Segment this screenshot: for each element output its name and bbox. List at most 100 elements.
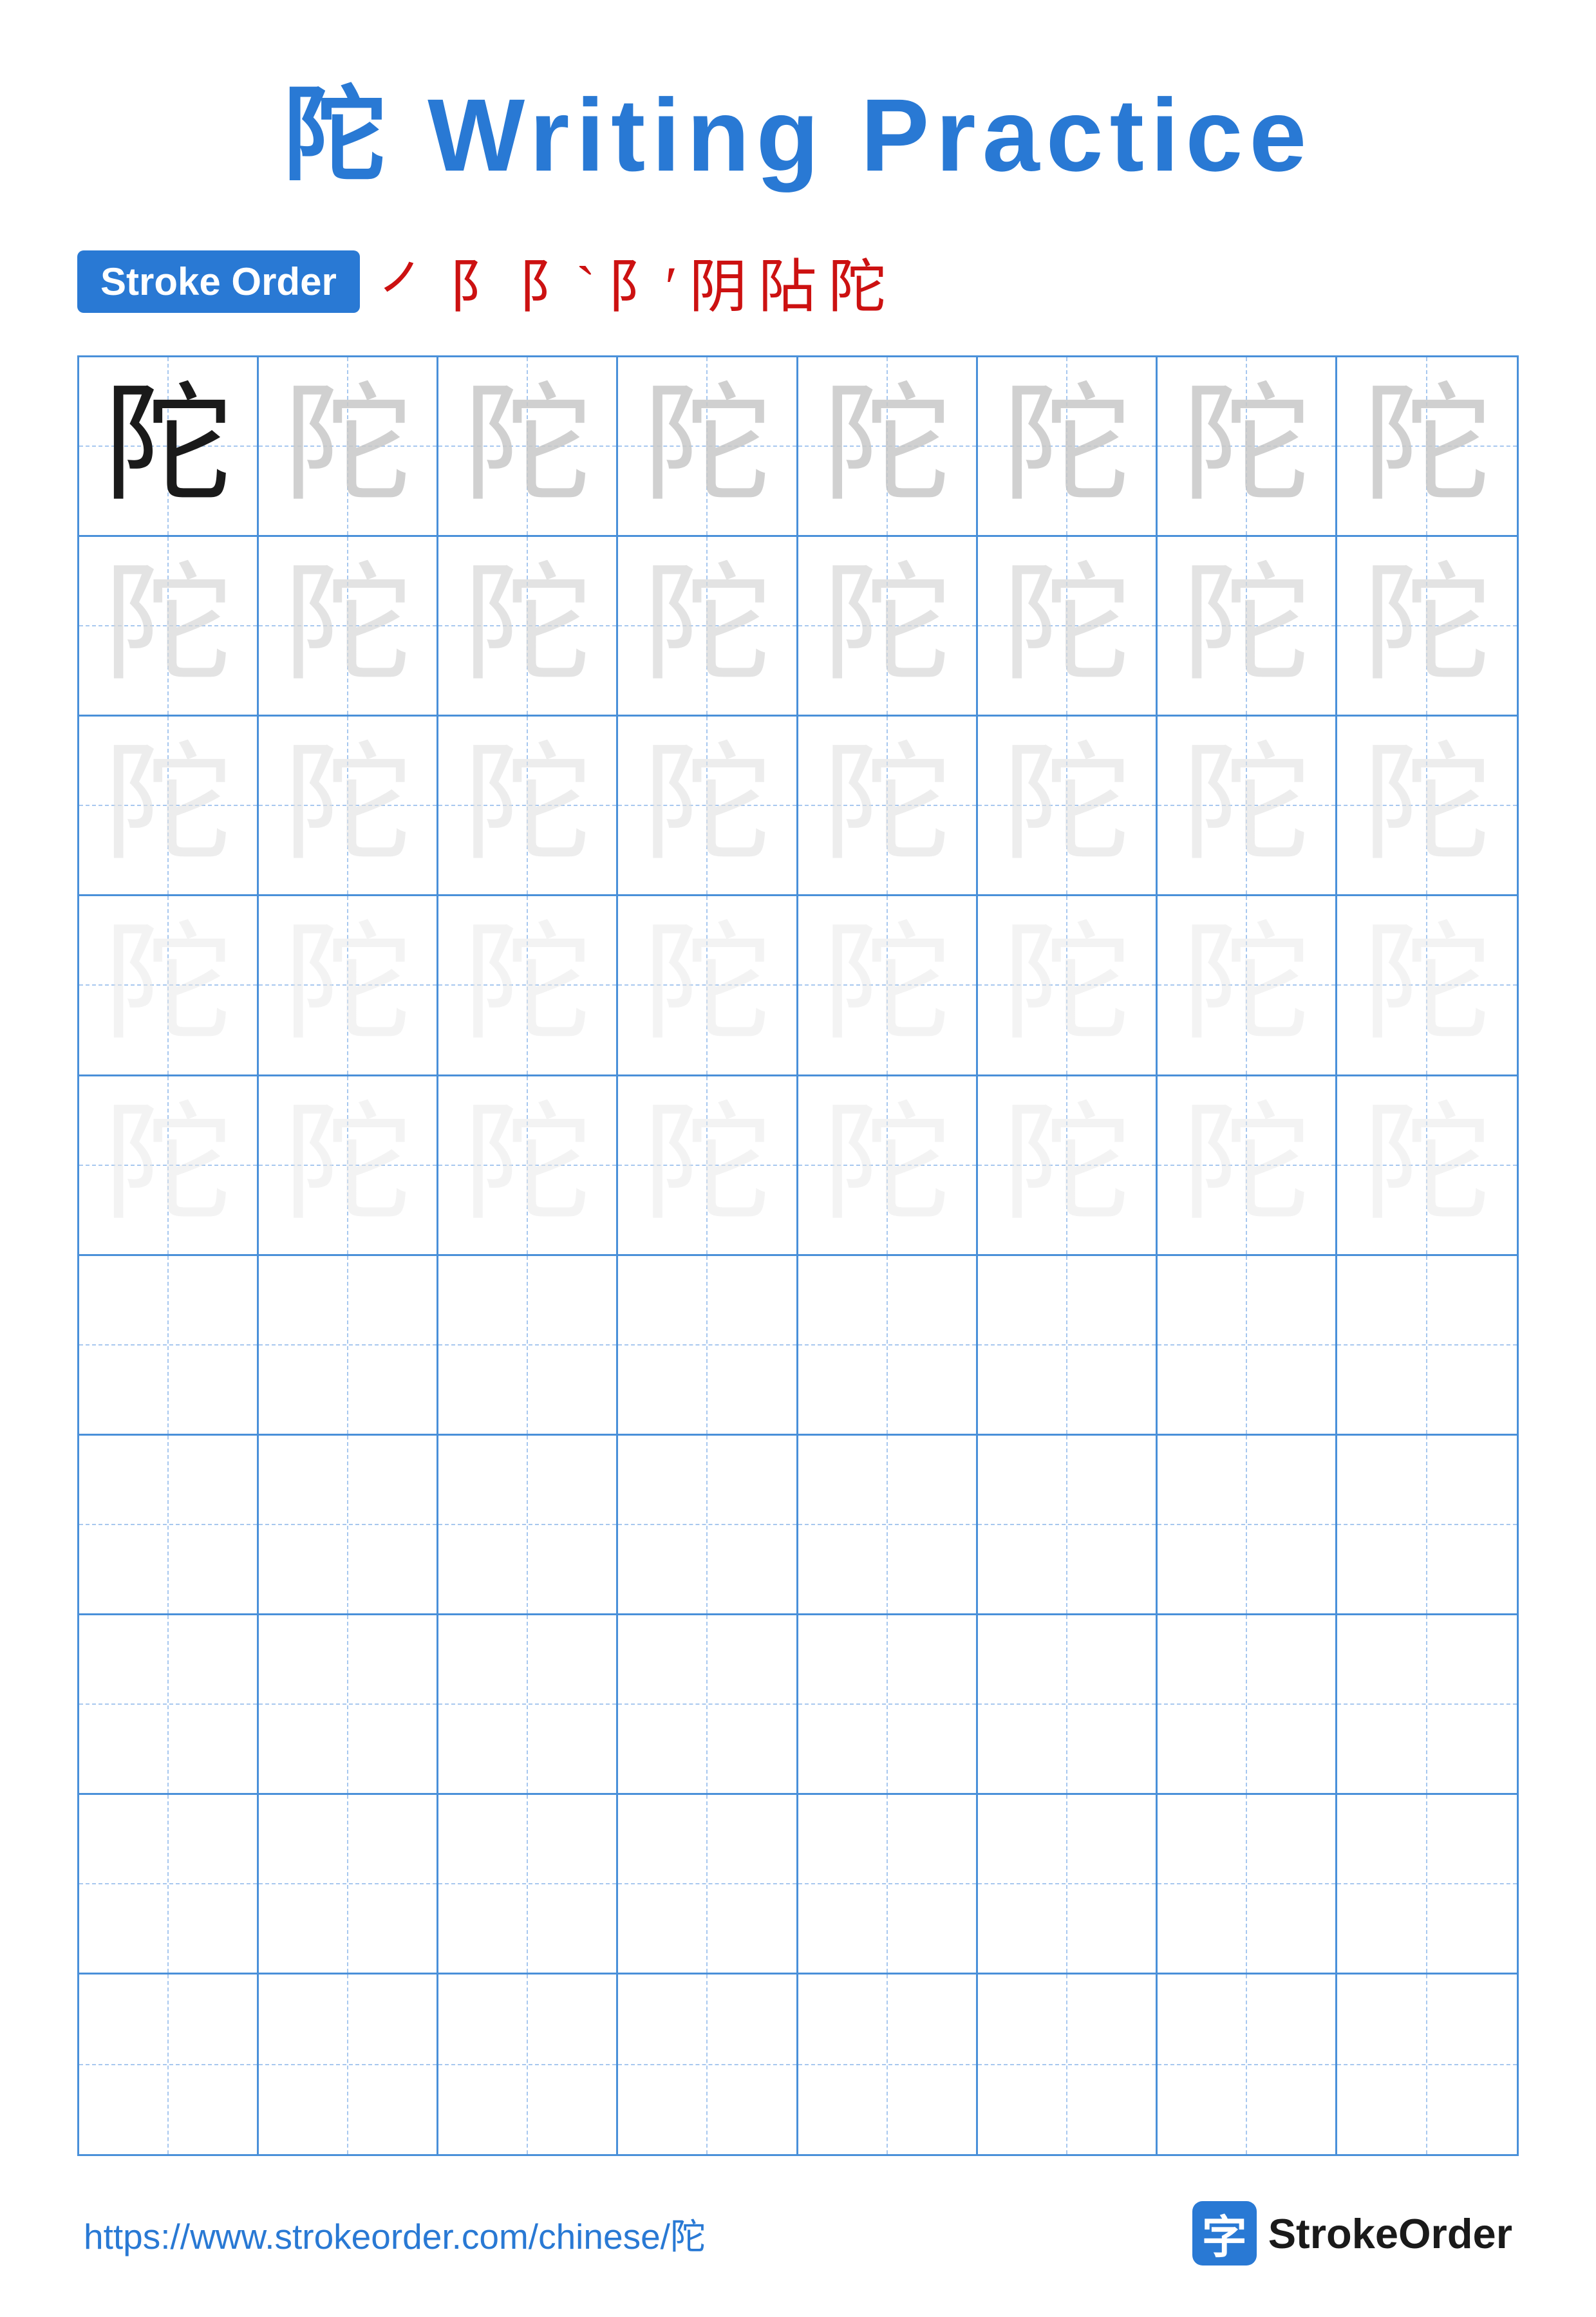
- grid-cell[interactable]: [618, 1795, 798, 1975]
- grid-cell[interactable]: 陀: [259, 357, 438, 537]
- char-light: 陀: [643, 382, 771, 511]
- grid-cell[interactable]: [1337, 1615, 1517, 1795]
- grid-cell[interactable]: 陀: [79, 896, 259, 1076]
- grid-cell[interactable]: [1337, 1975, 1517, 2154]
- grid-cell[interactable]: [618, 1615, 798, 1795]
- grid-cell[interactable]: [259, 1436, 438, 1615]
- grid-cell[interactable]: [798, 1615, 978, 1795]
- grid-cell[interactable]: 陀: [79, 357, 259, 537]
- char-light: 陀: [643, 561, 771, 690]
- grid-cell[interactable]: 陀: [1337, 357, 1517, 537]
- char-light: 陀: [1182, 921, 1311, 1049]
- stroke-1: ㇒: [379, 239, 437, 323]
- footer-logo-icon: 字: [1192, 2201, 1257, 2265]
- grid-cell[interactable]: 陀: [1337, 537, 1517, 717]
- grid-cell[interactable]: [1158, 1975, 1337, 2154]
- grid-cell[interactable]: [978, 1436, 1158, 1615]
- title-chinese: 陀: [283, 77, 393, 192]
- grid-row-2: 陀 陀 陀 陀 陀 陀 陀 陀: [79, 537, 1517, 717]
- grid-cell[interactable]: 陀: [79, 717, 259, 896]
- grid-cell[interactable]: 陀: [978, 717, 1158, 896]
- grid-cell[interactable]: 陀: [1158, 537, 1337, 717]
- grid-cell[interactable]: [79, 1795, 259, 1975]
- grid-cell[interactable]: 陀: [618, 357, 798, 537]
- grid-cell[interactable]: [259, 1795, 438, 1975]
- grid-cell[interactable]: 陀: [259, 537, 438, 717]
- grid-cell[interactable]: [438, 1256, 618, 1436]
- grid-cell[interactable]: [618, 1436, 798, 1615]
- char-light: 陀: [283, 382, 412, 511]
- page: 陀 Writing Practice Stroke Order ㇒ 阝 阝` 阝…: [0, 0, 1596, 2317]
- grid-cell[interactable]: [1158, 1256, 1337, 1436]
- grid-cell[interactable]: 陀: [438, 717, 618, 896]
- grid-cell[interactable]: [618, 1256, 798, 1436]
- char-light: 陀: [1182, 1101, 1311, 1230]
- grid-row-1: 陀 陀 陀 陀 陀 陀 陀 陀: [79, 357, 1517, 537]
- grid-cell[interactable]: [1158, 1436, 1337, 1615]
- grid-cell[interactable]: 陀: [978, 357, 1158, 537]
- grid-cell[interactable]: 陀: [438, 896, 618, 1076]
- grid-cell[interactable]: 陀: [1158, 717, 1337, 896]
- char-light: 陀: [1002, 1101, 1131, 1230]
- grid-cell[interactable]: 陀: [438, 1076, 618, 1256]
- grid-cell[interactable]: 陀: [978, 1076, 1158, 1256]
- grid-cell[interactable]: [978, 1795, 1158, 1975]
- grid-cell[interactable]: [438, 1975, 618, 2154]
- grid-cell[interactable]: 陀: [618, 537, 798, 717]
- grid-cell[interactable]: [798, 1975, 978, 2154]
- grid-cell[interactable]: 陀: [1337, 896, 1517, 1076]
- char-light: 陀: [463, 382, 592, 511]
- grid-cell[interactable]: 陀: [798, 717, 978, 896]
- grid-cell[interactable]: [259, 1615, 438, 1795]
- grid-cell[interactable]: [1158, 1795, 1337, 1975]
- grid-cell[interactable]: [79, 1436, 259, 1615]
- grid-cell[interactable]: [79, 1615, 259, 1795]
- grid-cell[interactable]: [438, 1615, 618, 1795]
- footer-url[interactable]: https://www.strokeorder.com/chinese/陀: [84, 2208, 706, 2259]
- grid-cell[interactable]: 陀: [978, 537, 1158, 717]
- grid-cell[interactable]: [438, 1436, 618, 1615]
- grid-cell[interactable]: [798, 1436, 978, 1615]
- grid-cell[interactable]: 陀: [798, 537, 978, 717]
- grid-cell[interactable]: 陀: [798, 1076, 978, 1256]
- grid-cell[interactable]: 陀: [1158, 357, 1337, 537]
- grid-cell[interactable]: [259, 1975, 438, 2154]
- grid-cell[interactable]: 陀: [259, 717, 438, 896]
- grid-cell[interactable]: 陀: [798, 896, 978, 1076]
- grid-cell[interactable]: 陀: [438, 537, 618, 717]
- grid-cell[interactable]: [438, 1795, 618, 1975]
- char-light: 陀: [1362, 1101, 1491, 1230]
- grid-cell[interactable]: 陀: [1337, 1076, 1517, 1256]
- grid-cell[interactable]: 陀: [79, 1076, 259, 1256]
- grid-cell[interactable]: [978, 1975, 1158, 2154]
- grid-cell[interactable]: [259, 1256, 438, 1436]
- char-light: 陀: [1362, 382, 1491, 511]
- grid-cell[interactable]: [1337, 1795, 1517, 1975]
- grid-cell[interactable]: [798, 1256, 978, 1436]
- grid-cell[interactable]: [618, 1975, 798, 2154]
- grid-cell[interactable]: 陀: [798, 357, 978, 537]
- grid-cell[interactable]: 陀: [1337, 717, 1517, 896]
- grid-cell[interactable]: [1337, 1436, 1517, 1615]
- grid-cell[interactable]: 陀: [1158, 896, 1337, 1076]
- char-light: 陀: [1362, 921, 1491, 1049]
- grid-cell[interactable]: 陀: [259, 896, 438, 1076]
- grid-cell[interactable]: 陀: [978, 896, 1158, 1076]
- grid-cell[interactable]: 陀: [618, 717, 798, 896]
- grid-cell[interactable]: [1337, 1256, 1517, 1436]
- grid-cell[interactable]: [978, 1256, 1158, 1436]
- grid-cell[interactable]: [1158, 1615, 1337, 1795]
- grid-cell[interactable]: 陀: [618, 1076, 798, 1256]
- grid-cell[interactable]: [978, 1615, 1158, 1795]
- grid-cell[interactable]: 陀: [79, 537, 259, 717]
- grid-cell[interactable]: 陀: [1158, 1076, 1337, 1256]
- grid-cell[interactable]: [798, 1795, 978, 1975]
- char-light: 陀: [104, 741, 232, 870]
- grid-cell[interactable]: 陀: [618, 896, 798, 1076]
- grid-cell[interactable]: [79, 1975, 259, 2154]
- grid-cell[interactable]: [79, 1256, 259, 1436]
- stroke-4: 阝′: [607, 239, 678, 323]
- grid-cell[interactable]: 陀: [259, 1076, 438, 1256]
- grid-cell[interactable]: 陀: [438, 357, 618, 537]
- char-light: 陀: [643, 741, 771, 870]
